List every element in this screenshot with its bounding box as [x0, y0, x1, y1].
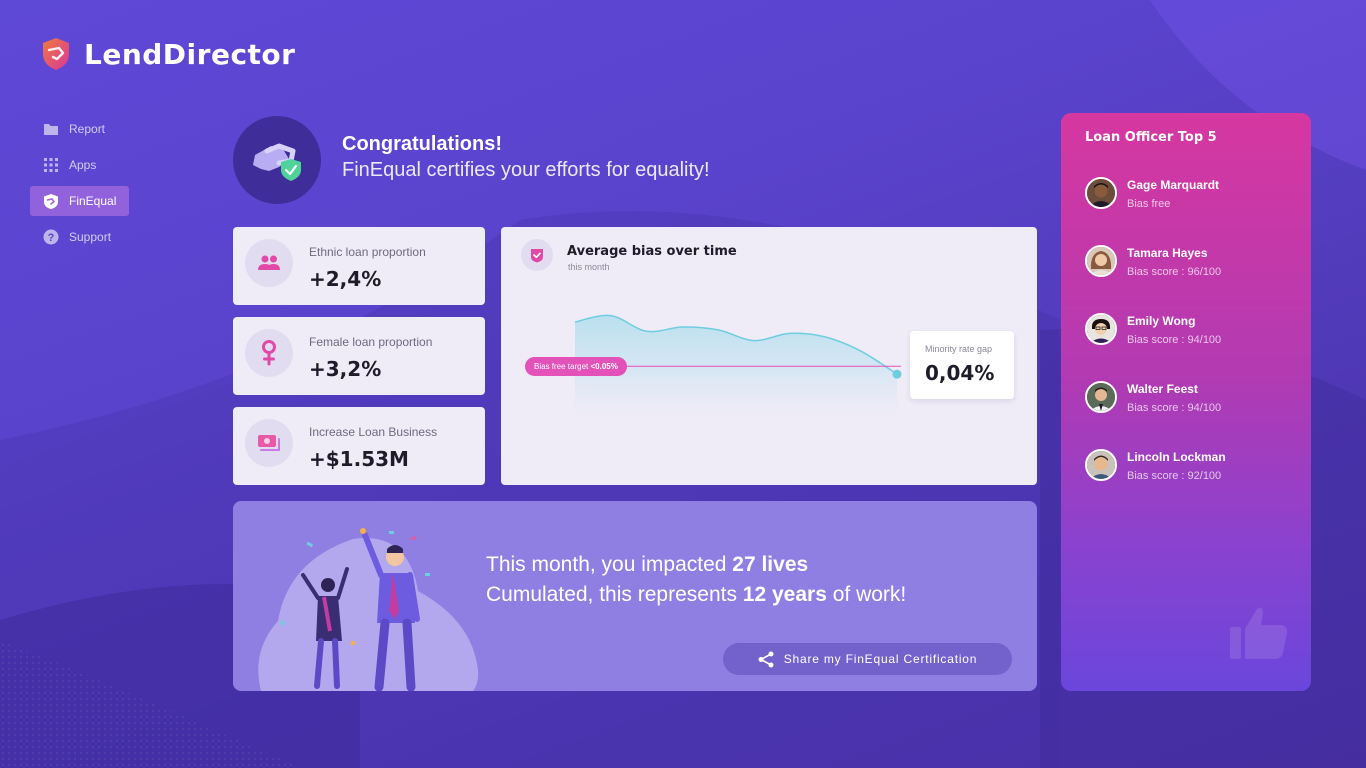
sidebar-item-label: Report — [69, 122, 106, 136]
impact-banner: This month, you impacted 27 lives Cumula… — [233, 501, 1037, 691]
officer-item[interactable]: Emily Wong Bias score : 94/100 — [1085, 313, 1295, 353]
officer-score: Bias score : 96/100 — [1127, 266, 1222, 278]
money-icon — [245, 419, 293, 467]
officer-name: Walter Feest — [1127, 382, 1198, 396]
impact-years-count: 12 years — [742, 583, 827, 606]
certification-badge — [233, 116, 321, 204]
top-officers-panel: Loan Officer Top 5 Gage Marquardt Bias f… — [1061, 113, 1311, 691]
impact-years-prefix: Cumulated, this represents — [486, 583, 743, 606]
minority-gap-box: Minority rate gap 0,04% — [910, 331, 1014, 399]
impact-years-suffix: of work! — [826, 583, 907, 606]
stat-label: Increase Loan Business — [309, 425, 438, 439]
svg-text:?: ? — [48, 232, 55, 244]
stat-card-loan-business: Increase Loan Business +$1.53M — [233, 407, 485, 485]
thumbs-up-icon — [1230, 607, 1288, 659]
officer-item[interactable]: Gage Marquardt Bias free — [1085, 177, 1295, 217]
share-icon — [758, 651, 774, 667]
sidebar-item-finequal[interactable]: FinEqual — [30, 186, 129, 216]
officer-score: Bias score : 94/100 — [1127, 334, 1222, 346]
stat-card-ethnic: Ethnic loan proportion +2,4% — [233, 227, 485, 305]
panel-title: Loan Officer Top 5 — [1085, 130, 1217, 145]
impact-lives-prefix: This month, you impacted — [486, 553, 733, 576]
help-icon: ? — [43, 229, 59, 245]
lenddirector-logo-icon — [43, 38, 69, 70]
target-label: Bias free target — [534, 361, 589, 371]
officer-score: Bias score : 92/100 — [1127, 470, 1222, 482]
gap-value: 0,04% — [925, 361, 995, 385]
app-name: LendDirector — [84, 37, 296, 71]
folder-icon — [43, 121, 59, 137]
gap-label: Minority rate gap — [925, 344, 993, 354]
impact-lives-line: This month, you impacted 27 lives — [486, 553, 808, 577]
avatar — [1085, 245, 1117, 277]
people-icon — [245, 239, 293, 287]
stat-value: +2,4% — [309, 267, 382, 291]
bias-chart-card: Average bias over time this month Bias f… — [501, 227, 1037, 485]
stat-label: Ethnic loan proportion — [309, 245, 426, 259]
officer-name: Tamara Hayes — [1127, 246, 1208, 260]
grid-icon — [43, 157, 59, 173]
handshake-shield-icon — [253, 143, 301, 181]
app-logo[interactable]: LendDirector — [40, 36, 295, 72]
avatar — [1085, 177, 1117, 209]
sidebar-nav: Report Apps FinEqual ? Support — [30, 114, 190, 258]
stat-value: +$1.53M — [309, 447, 409, 471]
avatar — [1085, 449, 1117, 481]
stat-label: Female loan proportion — [309, 335, 433, 349]
officer-score: Bias score : 94/100 — [1127, 402, 1222, 414]
celebration-illustration — [258, 528, 479, 691]
officer-name: Gage Marquardt — [1127, 178, 1220, 192]
sidebar-item-label: Apps — [69, 158, 97, 172]
officer-item[interactable]: Tamara Hayes Bias score : 96/100 — [1085, 245, 1295, 285]
bias-target-pill: Bias free target <0.05% — [525, 356, 627, 376]
female-icon — [245, 329, 293, 377]
avatar — [1085, 313, 1117, 345]
bias-latest-point — [892, 369, 902, 379]
officer-item[interactable]: Lincoln Lockman Bias score : 92/100 — [1085, 449, 1295, 489]
impact-lives-count: 27 lives — [732, 553, 809, 576]
stat-value: +3,2% — [309, 357, 382, 381]
sidebar-item-label: FinEqual — [69, 194, 117, 208]
sidebar-item-report[interactable]: Report — [30, 114, 129, 144]
stat-card-female: Female loan proportion +3,2% — [233, 317, 485, 395]
sidebar-item-apps[interactable]: Apps — [30, 150, 129, 180]
share-certification-button[interactable]: Share my FinEqual Certification — [723, 643, 1012, 675]
page-subtitle: FinEqual certifies your efforts for equa… — [342, 159, 710, 181]
officer-score: Bias free — [1127, 198, 1171, 210]
target-value: <0.05% — [590, 361, 618, 371]
impact-years-line: Cumulated, this represents 12 years of w… — [486, 583, 906, 607]
officer-name: Emily Wong — [1127, 314, 1196, 328]
sidebar-item-label: Support — [69, 230, 112, 244]
avatar — [1085, 381, 1117, 413]
sidebar-item-support[interactable]: ? Support — [30, 222, 129, 252]
officer-item[interactable]: Walter Feest Bias score : 94/100 — [1085, 381, 1295, 421]
share-label: Share my FinEqual Certification — [783, 652, 978, 666]
officer-name: Lincoln Lockman — [1127, 450, 1226, 464]
finequal-shield-icon — [43, 193, 59, 209]
page-title: Congratulations! — [342, 133, 502, 155]
